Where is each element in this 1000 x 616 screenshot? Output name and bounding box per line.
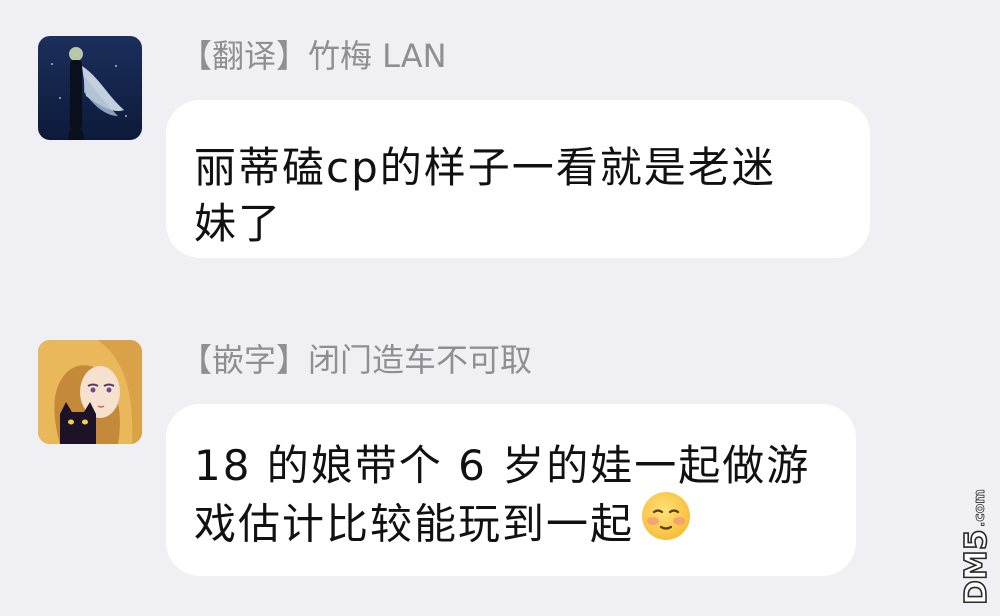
dark-figure-avatar-icon bbox=[38, 36, 142, 140]
message-text-line: 丽蒂磕cp的样子一看就是老迷 bbox=[194, 143, 776, 192]
message-text-line: 戏估计比较能玩到一起 bbox=[194, 492, 856, 560]
sender-name-1: 【翻译】竹梅 LAN bbox=[180, 37, 447, 75]
message-bubble-2: 18 的娘带个 6 岁的娃一起做游 戏估计比较能玩到一起 bbox=[166, 404, 856, 576]
message-text-line: 18 的娘带个 6 岁的娃一起做游 bbox=[194, 441, 811, 490]
sender-avatar-1[interactable] bbox=[38, 36, 142, 140]
svg-text:DM5: DM5 bbox=[959, 529, 994, 605]
message-bubble-1: 丽蒂磕cp的样子一看就是老迷 妹了 bbox=[166, 100, 870, 258]
message-text-line: 妹了 bbox=[194, 199, 283, 248]
sender-name-2: 【嵌字】闭门造车不可取 bbox=[180, 341, 533, 379]
svg-text:.com: .com bbox=[972, 489, 988, 527]
blonde-girl-black-cat-avatar-icon bbox=[38, 340, 142, 444]
message-text-fragment: 戏估计比较能玩到一起 bbox=[194, 499, 635, 549]
sender-avatar-2[interactable] bbox=[38, 340, 142, 444]
dm5-watermark-logo: DM5 .com bbox=[952, 455, 995, 606]
blushing-face-emoji-icon bbox=[640, 490, 692, 556]
